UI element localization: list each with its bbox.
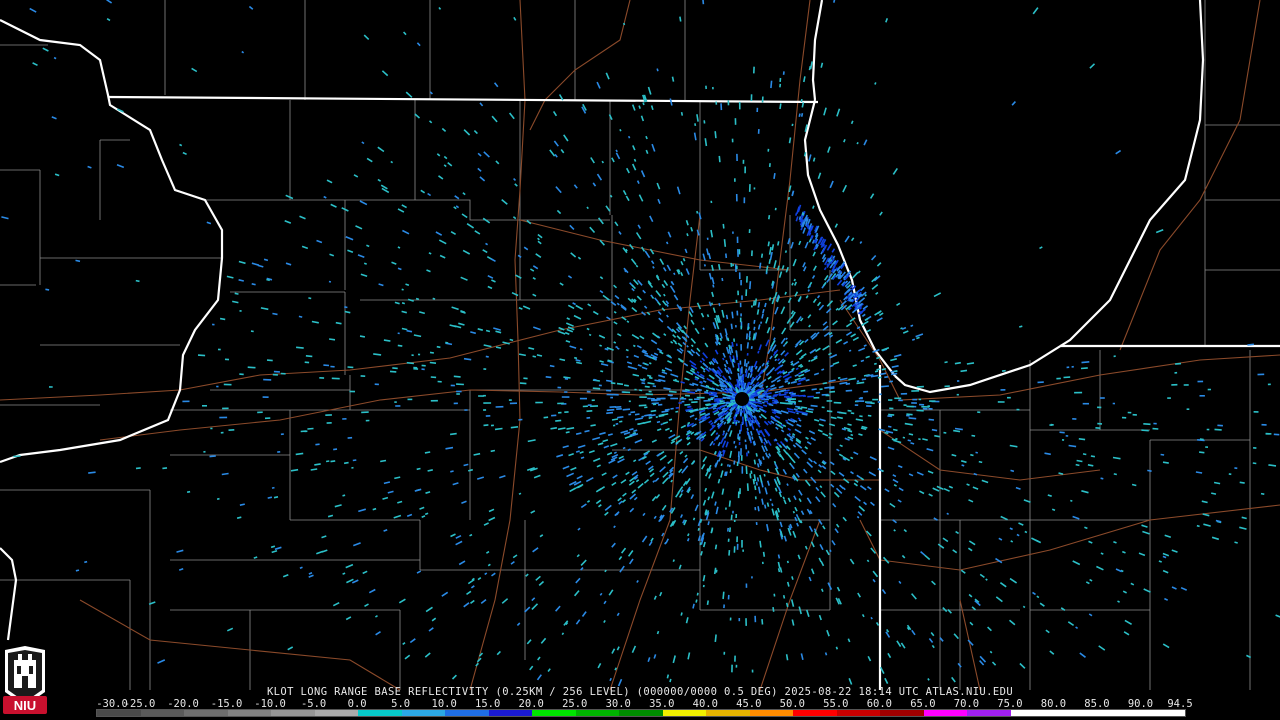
niu-logo: NIU bbox=[3, 646, 47, 714]
colorbar-swatch bbox=[1097, 710, 1142, 716]
radar-site-marker bbox=[735, 392, 749, 406]
colorbar-swatch bbox=[662, 710, 707, 716]
colorbar-swatch bbox=[836, 710, 881, 716]
colorbar-swatch bbox=[575, 710, 620, 716]
colorbar-swatch bbox=[314, 710, 359, 716]
colorbar-swatch bbox=[445, 710, 489, 716]
colorbar-swatch bbox=[401, 710, 446, 716]
reflectivity-colorbar bbox=[96, 709, 1186, 717]
colorbar-swatch bbox=[923, 710, 968, 716]
colorbar-swatch bbox=[271, 710, 315, 716]
product-caption: KLOT LONG RANGE BASE REFLECTIVITY (0.25K… bbox=[266, 686, 1014, 698]
colorbar-swatch bbox=[184, 710, 228, 716]
colorbar-swatch bbox=[227, 710, 272, 716]
colorbar-swatch bbox=[97, 710, 141, 716]
colorbar-swatch bbox=[749, 710, 794, 716]
colorbar-swatch bbox=[706, 710, 750, 716]
niu-logo-text: NIU bbox=[14, 698, 36, 713]
radar-echoes bbox=[1, 0, 1280, 687]
colorbar-swatch bbox=[967, 710, 1011, 716]
colorbar-labels: -30.0 -25.0 -20.0 -15.0 -10.0 -5.0 0.0 5.0 10.0 1… bbox=[96, 698, 1192, 710]
colorbar-swatch bbox=[1054, 710, 1098, 716]
colorbar-swatch bbox=[1141, 710, 1185, 716]
state-borders bbox=[0, 0, 1280, 690]
colorbar-swatch bbox=[793, 710, 837, 716]
radar-map bbox=[0, 0, 1280, 691]
colorbar-swatch bbox=[358, 710, 402, 716]
colorbar-swatch bbox=[880, 710, 924, 716]
colorbar-swatch bbox=[488, 710, 533, 716]
lake-michigan-shoreline bbox=[803, 99, 896, 377]
colorbar-swatch bbox=[619, 710, 663, 716]
colorbar-swatch bbox=[532, 710, 576, 716]
colorbar-swatch bbox=[140, 710, 185, 716]
colorbar-swatch bbox=[1010, 710, 1055, 716]
